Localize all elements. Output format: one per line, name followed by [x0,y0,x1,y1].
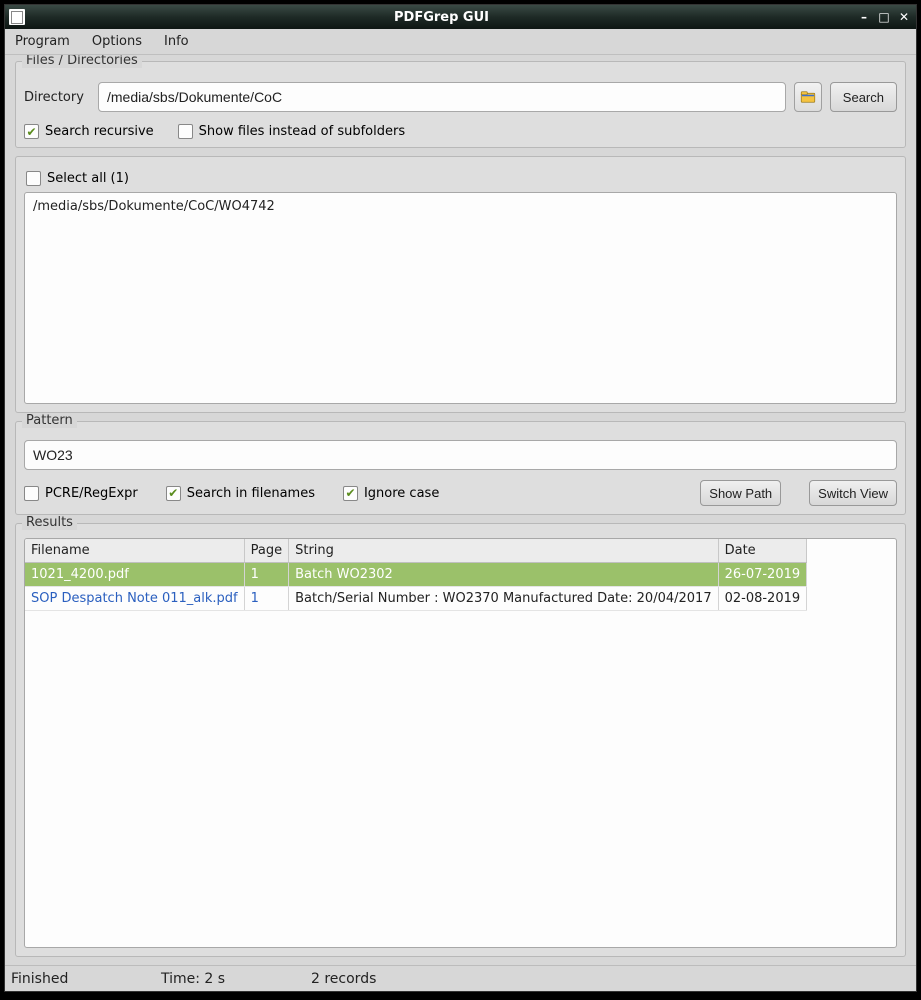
results-table-wrap[interactable]: Filename Page String Date 1021_4200.pdf … [24,538,897,948]
directory-row: Directory Search [24,78,897,116]
col-date[interactable]: Date [718,539,807,563]
table-row[interactable]: SOP Despatch Note 011_alk.pdf 1 Batch/Se… [25,587,807,611]
select-all-label: Select all (1) [47,171,129,186]
status-records: 2 records [311,971,376,987]
pattern-group: Pattern PCRE/RegExpr Search in filenames… [15,421,906,515]
app-icon [9,9,25,25]
checkbox-icon [166,486,181,501]
pattern-options-row: PCRE/RegExpr Search in filenames Ignore … [24,470,897,506]
cell-string: Batch WO2302 [289,563,718,587]
close-button[interactable]: ✕ [896,9,912,25]
list-item[interactable]: /media/sbs/Dokumente/CoC/WO4742 [33,199,888,214]
directory-label: Directory [24,90,90,105]
pattern-input[interactable] [24,440,897,470]
switch-view-button[interactable]: Switch View [809,480,897,506]
pattern-group-title: Pattern [22,413,77,428]
folder-open-icon [799,88,817,106]
table-row[interactable]: 1021_4200.pdf 1 Batch WO2302 26-07-2019 [25,563,807,587]
show-path-button[interactable]: Show Path [700,480,781,506]
file-list-group: Select all (1) /media/sbs/Dokumente/CoC/… [15,156,906,413]
window-title: PDFGrep GUI [31,10,852,25]
files-group: Files / Directories Directory Search Sea… [15,61,906,148]
files-options-row: Search recursive Show files instead of s… [24,116,897,139]
app-window: PDFGrep GUI – □ ✕ Program Options Info F… [4,4,917,992]
files-group-title: Files / Directories [22,55,142,68]
cell-date: 26-07-2019 [718,563,807,587]
ignore-case-checkbox[interactable]: Ignore case [343,486,439,501]
cell-date: 02-08-2019 [718,587,807,611]
select-all-checkbox[interactable]: Select all (1) [24,165,897,192]
cell-string: Batch/Serial Number : WO2370 Manufacture… [289,587,718,611]
show-files-checkbox[interactable]: Show files instead of subfolders [178,124,405,139]
menubar: Program Options Info [5,29,916,55]
pcre-label: PCRE/RegExpr [45,486,138,501]
search-filenames-label: Search in filenames [187,486,315,501]
checkbox-icon [24,124,39,139]
checkbox-icon [26,171,41,186]
search-filenames-checkbox[interactable]: Search in filenames [166,486,315,501]
cell-page[interactable]: 1 [244,587,288,611]
cell-filename[interactable]: SOP Despatch Note 011_alk.pdf [25,587,244,611]
col-page[interactable]: Page [244,539,288,563]
search-recursive-checkbox[interactable]: Search recursive [24,124,154,139]
status-time: Time: 2 s [161,971,311,987]
checkbox-icon [24,486,39,501]
table-header-row: Filename Page String Date [25,539,807,563]
statusbar: Finished Time: 2 s 2 records [5,965,916,991]
directory-input[interactable] [98,82,786,112]
results-group: Results Filename Page String Date 1021_4… [15,523,906,957]
cell-page[interactable]: 1 [244,563,288,587]
directory-listbox[interactable]: /media/sbs/Dokumente/CoC/WO4742 [24,192,897,404]
search-button[interactable]: Search [830,82,897,112]
minimize-button[interactable]: – [856,9,872,25]
status-state: Finished [11,971,161,987]
results-table: Filename Page String Date 1021_4200.pdf … [25,539,807,611]
content-area: Files / Directories Directory Search Sea… [5,55,916,965]
col-filename[interactable]: Filename [25,539,244,563]
browse-button[interactable] [794,82,822,112]
show-files-label: Show files instead of subfolders [199,124,405,139]
menu-info[interactable]: Info [160,32,193,51]
col-string[interactable]: String [289,539,718,563]
cell-filename[interactable]: 1021_4200.pdf [25,563,244,587]
search-recursive-label: Search recursive [45,124,154,139]
checkbox-icon [343,486,358,501]
results-group-title: Results [22,515,77,530]
menu-program[interactable]: Program [11,32,74,51]
maximize-button[interactable]: □ [876,9,892,25]
ignore-case-label: Ignore case [364,486,439,501]
titlebar: PDFGrep GUI – □ ✕ [5,5,916,29]
pcre-checkbox[interactable]: PCRE/RegExpr [24,486,138,501]
checkbox-icon [178,124,193,139]
menu-options[interactable]: Options [88,32,146,51]
